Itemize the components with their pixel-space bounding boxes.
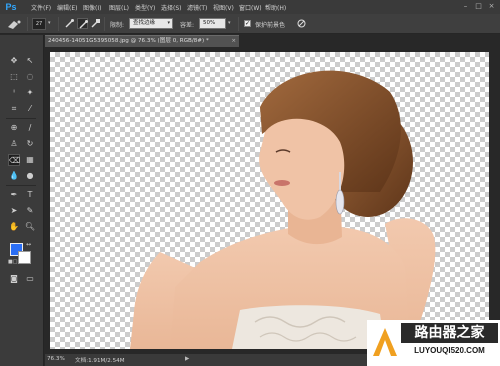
menu-edit[interactable]: 编辑(E) <box>57 3 83 12</box>
divider <box>238 17 239 31</box>
document-info: 文档:1.91M/2.54M <box>75 358 125 364</box>
menu-view[interactable]: 视图(V) <box>213 3 239 12</box>
divider <box>58 17 59 31</box>
type-tool-icon[interactable]: T <box>24 189 36 201</box>
document-tab[interactable]: 240456-14051G5395058.jpg @ 76.3% (图层 0, … <box>45 35 239 47</box>
close-icon[interactable]: × <box>231 36 236 47</box>
protect-foreground-label: 保护前景色 <box>255 22 286 29</box>
blur-tool-icon[interactable]: 💧 <box>8 170 20 182</box>
menu-type[interactable]: 类型(Y) <box>135 3 161 12</box>
screen-mode-tool-icon[interactable]: ▭ <box>24 273 36 285</box>
tolerance-label: 容差: <box>180 22 195 29</box>
chevron-down-icon: ▾ <box>167 20 170 26</box>
gradient-tool-icon[interactable]: ▦ <box>24 154 36 166</box>
tolerance-value: 50% <box>203 20 216 26</box>
menu-layer[interactable]: 图层(L) <box>109 3 135 12</box>
crop-tool-icon[interactable]: ⌗ <box>8 103 20 115</box>
limits-select[interactable]: 查找边缘 ▾ <box>129 18 173 29</box>
background-eraser-tool-icon[interactable]: ⌫ <box>8 154 20 166</box>
marquee-tool-icon[interactable]: ⬚ <box>8 71 20 83</box>
brush-tool-icon[interactable]: ∕ <box>24 122 36 134</box>
move-tool-icon[interactable]: ✥ <box>8 55 20 67</box>
hand-tool-icon[interactable]: ✋ <box>8 221 20 233</box>
dodge-tool-icon[interactable]: ● <box>24 170 36 182</box>
photoshop-logo[interactable]: Ps <box>3 1 19 13</box>
status-menu-arrow-icon[interactable]: ▶ <box>185 356 189 362</box>
limits-select-value: 查找边缘 <box>133 20 156 26</box>
document-tab-title: 240456-14051G5395058.jpg @ 76.3% (图层 0, … <box>48 38 209 44</box>
tool-preset-picker[interactable] <box>6 18 22 30</box>
background-eraser-icon <box>8 20 21 29</box>
sampling-background-swatch-icon[interactable] <box>90 18 101 29</box>
pen-tool-icon[interactable]: ✒ <box>8 189 20 201</box>
close-button[interactable]: × <box>487 2 496 11</box>
swap-colors-icon[interactable]: ↔ <box>26 241 31 248</box>
portrait-image <box>130 70 436 349</box>
canvas[interactable] <box>50 52 489 349</box>
divider <box>6 185 36 186</box>
menu-select[interactable]: 选择(S) <box>161 3 187 12</box>
divider <box>6 118 36 119</box>
background-color-swatch[interactable] <box>18 251 31 264</box>
sampling-once-icon[interactable] <box>77 18 88 29</box>
sampling-continuous-icon[interactable] <box>64 18 75 29</box>
history-brush-tool-icon[interactable]: ↻ <box>24 138 36 150</box>
artboard-tool-icon[interactable]: ↖ <box>24 55 36 67</box>
path-selection-tool-icon[interactable]: ➤ <box>8 205 20 217</box>
pressure-size-icon[interactable] <box>296 18 307 29</box>
menu-bar: Ps 文件(F) 编辑(E) 图像(I) 图层(L) 类型(Y) 选择(S) 滤… <box>0 0 500 14</box>
protect-foreground-checkbox[interactable]: ✓ <box>244 20 251 27</box>
minimize-button[interactable]: – <box>461 2 470 11</box>
quick-selection-tool-icon[interactable]: ◌ <box>24 71 36 83</box>
shape-tool-icon[interactable]: ✎ <box>24 205 36 217</box>
magic-wand-tool-icon[interactable]: ✦ <box>24 87 36 99</box>
divider <box>104 17 105 31</box>
brush-size-dropdown-icon[interactable]: ▾ <box>48 20 51 26</box>
menu-file[interactable]: 文件(F) <box>31 3 57 12</box>
watermark: 路由器之家 LUYOUQI520.COM <box>367 320 500 366</box>
watermark-title: 路由器之家 <box>401 323 498 343</box>
menu-help[interactable]: 帮助(H) <box>265 3 291 12</box>
eyedropper-tool-icon[interactable]: ⁄ <box>24 103 36 115</box>
tolerance-dropdown-icon[interactable]: ▾ <box>228 20 231 26</box>
default-colors-icon[interactable]: ■□ <box>8 259 17 265</box>
watermark-url: LUYOUQI520.COM <box>414 346 485 355</box>
lasso-tool-icon[interactable]: ᑊ <box>8 87 20 99</box>
tolerance-field[interactable]: 50% <box>199 18 226 29</box>
clone-stamp-tool-icon[interactable]: ♙ <box>8 138 20 150</box>
window-controls: – □ × <box>461 2 496 11</box>
document-area: 240456-14051G5395058.jpg @ 76.3% (图层 0, … <box>45 35 500 354</box>
menu-filter[interactable]: 滤镜(T) <box>187 3 213 12</box>
menu-items: 文件(F) 编辑(E) 图像(I) 图层(L) 类型(Y) 选择(S) 滤镜(T… <box>31 3 291 12</box>
divider <box>27 17 28 31</box>
maximize-button[interactable]: □ <box>474 2 483 11</box>
menu-window[interactable]: 窗口(W) <box>239 3 265 12</box>
healing-brush-tool-icon[interactable]: ⊕ <box>8 122 20 134</box>
zoom-level[interactable]: 76.3% <box>47 356 65 362</box>
watermark-logo <box>373 328 397 356</box>
limits-label: 限制: <box>110 22 125 29</box>
quick-mask-tool-icon[interactable]: ◙ <box>8 273 20 285</box>
options-bar: 27 ▾ 限制: 查找边缘 ▾ 容差: 50% ▾ ✓ 保护前景色 <box>0 14 500 34</box>
brush-size-field[interactable]: 27 <box>32 18 46 30</box>
zoom-tool-icon[interactable]: 🔍︎ <box>24 221 36 233</box>
menu-image[interactable]: 图像(I) <box>83 3 109 12</box>
tools-panel: ✥ ↖ ⬚ ◌ ᑊ ✦ ⌗ ⁄ ⊕ ∕ ♙ ↻ ⌫ ▦ 💧 ● ✒ T ➤ ✎ … <box>0 35 44 366</box>
